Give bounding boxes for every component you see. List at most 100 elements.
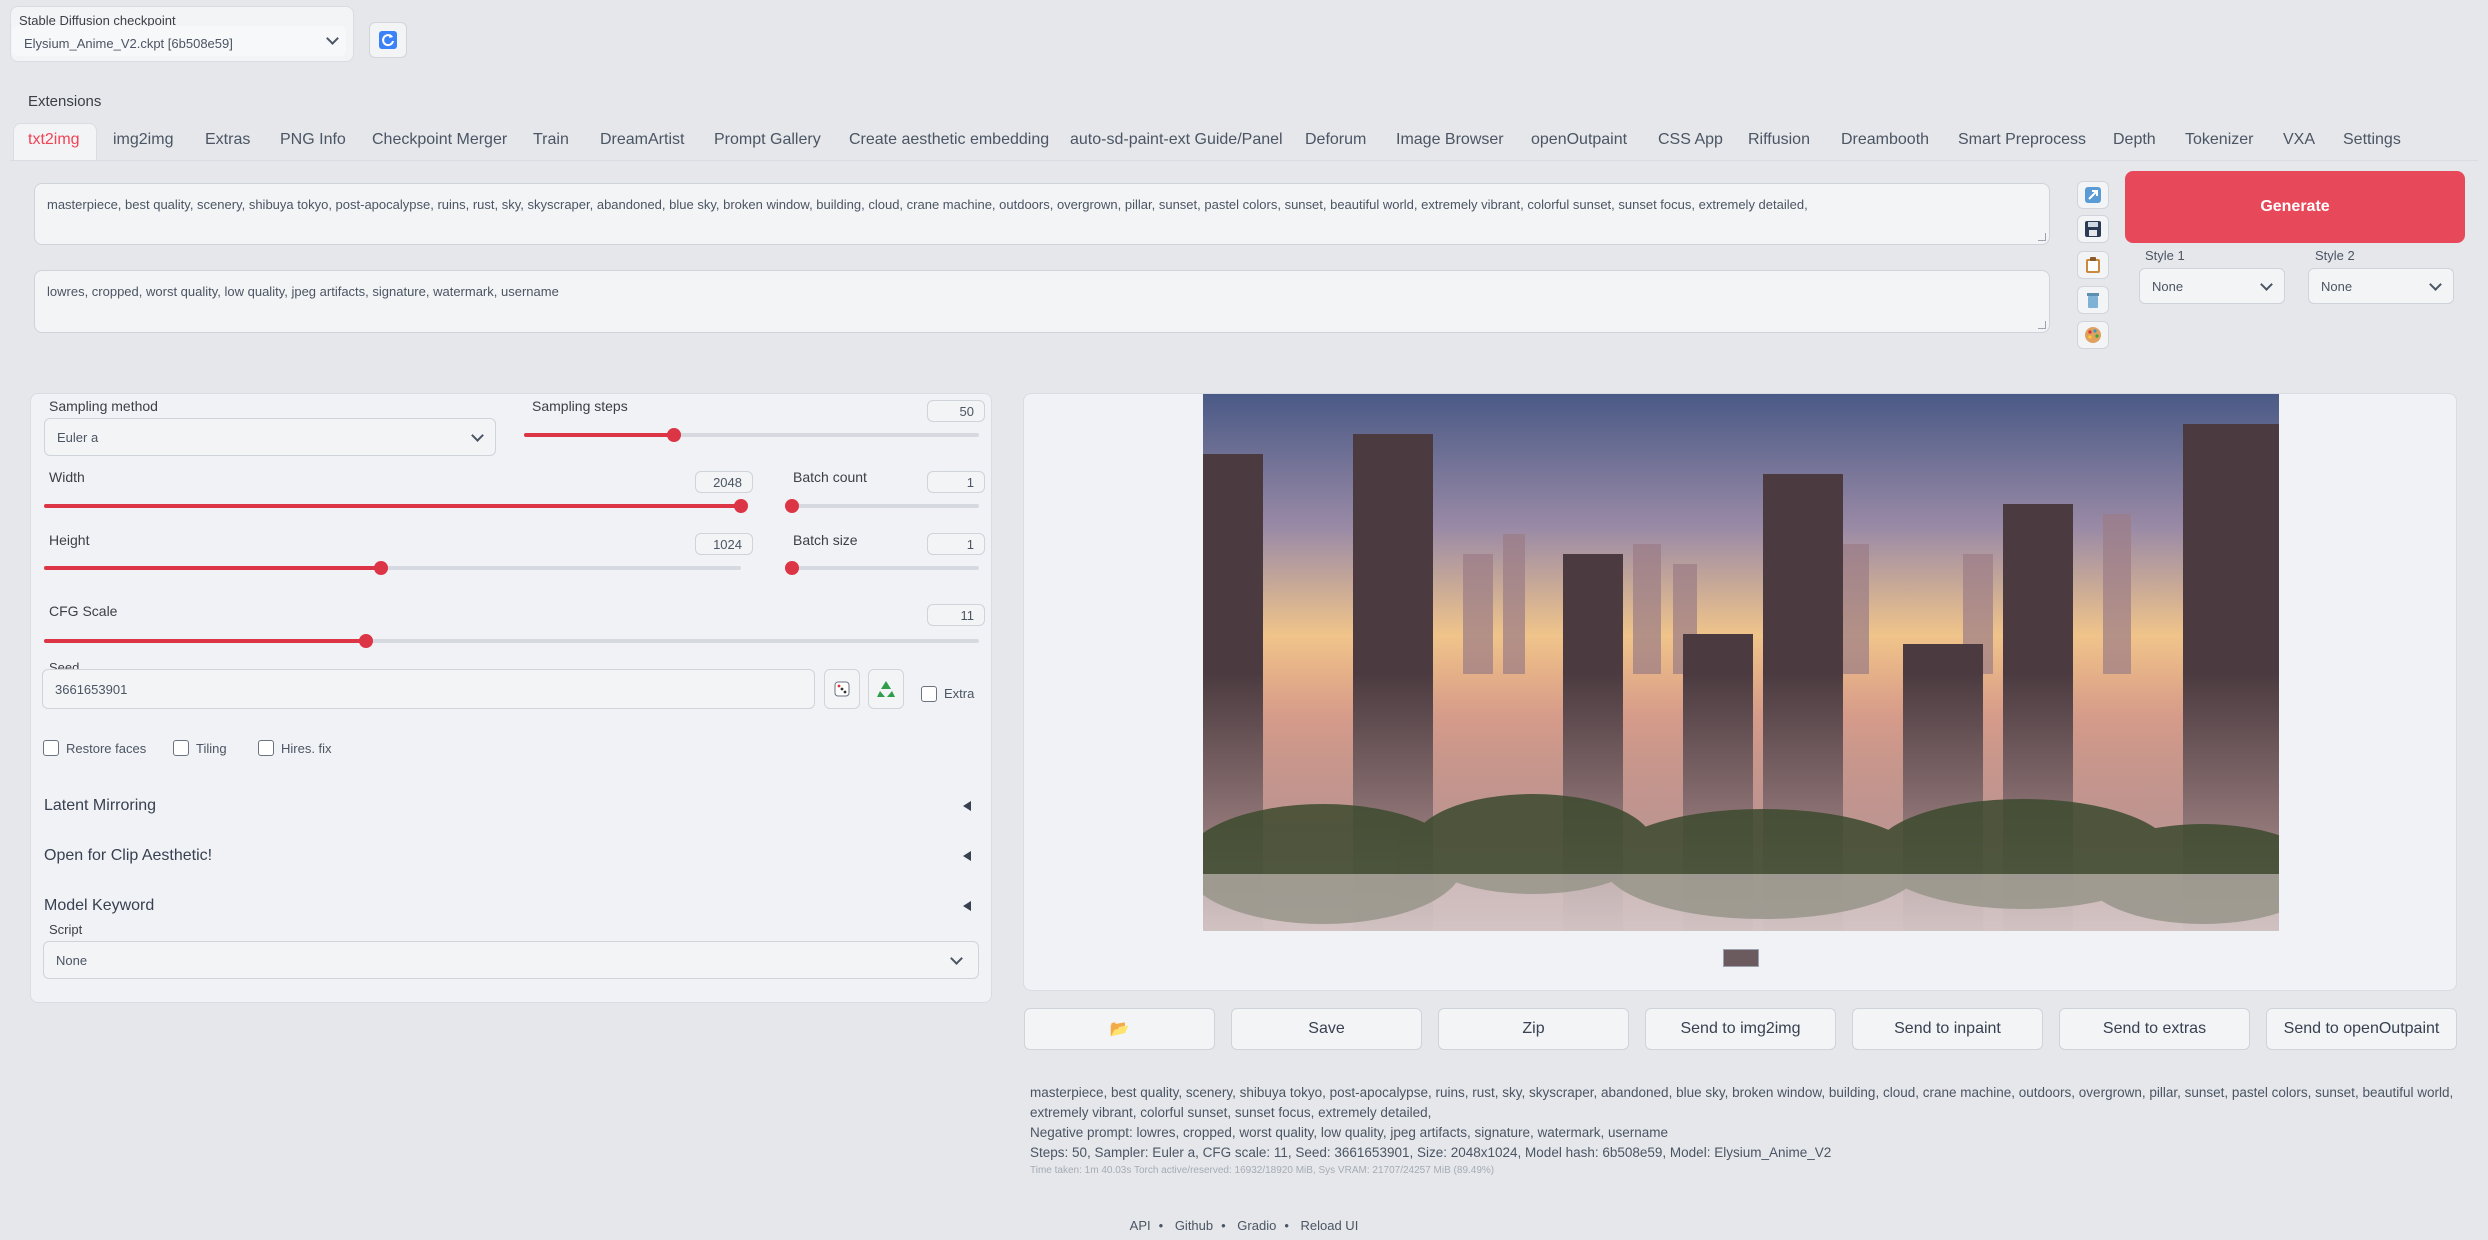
width-input[interactable]: 2048 <box>695 471 753 493</box>
cfg-scale-input[interactable]: 11 <box>927 604 985 626</box>
style1-select[interactable]: None <box>2139 268 2285 304</box>
random-seed-button[interactable] <box>824 669 860 709</box>
tab-train[interactable]: Train <box>533 123 569 157</box>
slider-thumb[interactable] <box>785 499 799 513</box>
clip-aesthetic-accordion[interactable]: Open for Clip Aesthetic! <box>44 847 212 865</box>
tiling-checkbox[interactable] <box>173 740 189 756</box>
slider-fill <box>524 433 674 437</box>
tab-img2img[interactable]: img2img <box>113 123 173 157</box>
tab-dreambooth[interactable]: Dreambooth <box>1841 123 1929 157</box>
tab-vxa[interactable]: VXA <box>2283 123 2315 157</box>
latent-mirroring-accordion[interactable]: Latent Mirroring <box>44 797 156 815</box>
footer-reload-link[interactable]: Reload UI <box>1301 1218 1359 1233</box>
hires-fix-label: Hires. fix <box>281 741 332 756</box>
height-slider[interactable] <box>44 561 741 575</box>
slider-thumb[interactable] <box>734 499 748 513</box>
clear-button[interactable] <box>2077 286 2109 314</box>
prompt-text: masterpiece, best quality, scenery, shib… <box>47 197 1808 212</box>
save-icon <box>2085 221 2101 237</box>
paste-button[interactable] <box>2077 251 2109 279</box>
seed-input[interactable]: 3661653901 <box>42 669 815 709</box>
collapse-arrow-icon[interactable] <box>963 851 971 861</box>
width-slider[interactable] <box>44 499 748 513</box>
chevron-down-icon <box>326 32 339 45</box>
output-thumbnail[interactable] <box>1723 949 1759 967</box>
tiling-label: Tiling <box>196 741 227 756</box>
tab-deforum[interactable]: Deforum <box>1305 123 1366 157</box>
extra-seed-checkbox[interactable] <box>921 686 937 702</box>
batch-count-input[interactable]: 1 <box>927 471 985 493</box>
hires-fix-checkbox[interactable] <box>258 740 274 756</box>
sampling-method-label: Sampling method <box>49 398 158 414</box>
tab-create-aesthetic-embedding[interactable]: Create aesthetic embedding <box>849 123 1049 157</box>
tab-dreamartist[interactable]: DreamArtist <box>600 123 684 157</box>
cfg-scale-slider[interactable] <box>44 634 979 648</box>
footer: API • Github • Gradio • Reload UI <box>1129 1218 1359 1233</box>
seed-value: 3661653901 <box>55 681 128 697</box>
tab-txt2img[interactable]: txt2img <box>28 123 80 157</box>
save-style-button[interactable] <box>2077 215 2109 243</box>
tab-checkpoint-merger[interactable]: Checkpoint Merger <box>372 123 507 157</box>
model-keyword-accordion[interactable]: Model Keyword <box>44 897 154 915</box>
tab-png-info[interactable]: PNG Info <box>280 123 346 157</box>
generate-button[interactable]: Generate <box>2125 171 2465 243</box>
tabs-divider <box>10 160 2478 161</box>
tab-extras[interactable]: Extras <box>205 123 250 157</box>
negative-prompt-text: lowres, cropped, worst quality, low qual… <box>47 284 559 299</box>
zip-button[interactable]: Zip <box>1438 1008 1629 1050</box>
tab-depth[interactable]: Depth <box>2113 123 2156 157</box>
dice-icon <box>834 681 850 697</box>
footer-github-link[interactable]: Github <box>1175 1218 1213 1233</box>
slider-fill <box>44 504 741 508</box>
collapse-arrow-icon[interactable] <box>963 801 971 811</box>
slider-thumb[interactable] <box>666 428 681 442</box>
resize-grip[interactable] <box>2038 321 2046 329</box>
tab-openoutpaint[interactable]: openOutpaint <box>1531 123 1627 157</box>
batch-size-input[interactable]: 1 <box>927 533 985 555</box>
reuse-seed-button[interactable] <box>868 669 904 709</box>
tab-image-browser[interactable]: Image Browser <box>1396 123 1504 157</box>
resize-grip[interactable] <box>2038 233 2046 241</box>
style2-value: None <box>2321 278 2353 294</box>
style2-select[interactable]: None <box>2308 268 2454 304</box>
send-to-img2img-button[interactable]: Send to img2img <box>1645 1008 1836 1050</box>
send-to-inpaint-button[interactable]: Send to inpaint <box>1852 1008 2043 1050</box>
save-button[interactable]: Save <box>1231 1008 1422 1050</box>
info-params: Steps: 50, Sampler: Euler a, CFG scale: … <box>1030 1145 1832 1160</box>
script-select[interactable]: None <box>43 941 979 979</box>
prompt-input[interactable]: masterpiece, best quality, scenery, shib… <box>34 183 2050 245</box>
height-input[interactable]: 1024 <box>695 533 753 555</box>
sampling-steps-input[interactable]: 50 <box>927 400 985 422</box>
output-image[interactable] <box>1203 394 2279 931</box>
width-label: Width <box>49 469 85 485</box>
negative-prompt-input[interactable]: lowres, cropped, worst quality, low qual… <box>34 270 2050 333</box>
batch-count-slider[interactable] <box>785 499 979 513</box>
checkpoint-select[interactable]: Elysium_Anime_V2.ckpt [6b508e59] <box>12 26 346 56</box>
apply-style-button[interactable] <box>2077 321 2109 349</box>
tab-settings[interactable]: Settings <box>2343 123 2401 157</box>
sampling-method-select[interactable]: Euler a <box>44 418 496 456</box>
tab-smart-preprocess[interactable]: Smart Preprocess <box>1958 123 2086 157</box>
send-to-extras-button[interactable]: Send to extras <box>2059 1008 2250 1050</box>
script-label: Script <box>49 922 83 937</box>
style1-value: None <box>2152 278 2184 294</box>
batch-size-slider[interactable] <box>785 561 979 575</box>
tab-prompt-gallery[interactable]: Prompt Gallery <box>714 123 821 157</box>
sampling-steps-slider[interactable] <box>524 428 979 442</box>
collapse-arrow-icon[interactable] <box>963 901 971 911</box>
open-folder-button[interactable]: 📂 <box>1024 1008 1215 1050</box>
read-params-button[interactable] <box>2077 181 2109 209</box>
restore-faces-checkbox[interactable] <box>43 740 59 756</box>
footer-api-link[interactable]: API <box>1130 1218 1151 1233</box>
tab-tokenizer[interactable]: Tokenizer <box>2185 123 2253 157</box>
footer-gradio-link[interactable]: Gradio <box>1237 1218 1276 1233</box>
recycle-icon <box>877 681 895 697</box>
tab-riffusion[interactable]: Riffusion <box>1748 123 1810 157</box>
tab-auto-sd-paint-ext[interactable]: auto-sd-paint-ext Guide/Panel <box>1070 123 1283 157</box>
refresh-checkpoint-button[interactable] <box>369 22 407 58</box>
info-negative-prompt: Negative prompt: lowres, cropped, worst … <box>1030 1125 1669 1140</box>
info-prompt: masterpiece, best quality, scenery, shib… <box>1030 1085 2454 1120</box>
send-to-openoutpaint-button[interactable]: Send to openOutpaint <box>2266 1008 2457 1050</box>
slider-thumb[interactable] <box>785 561 799 575</box>
tab-css-app[interactable]: CSS App <box>1658 123 1723 157</box>
